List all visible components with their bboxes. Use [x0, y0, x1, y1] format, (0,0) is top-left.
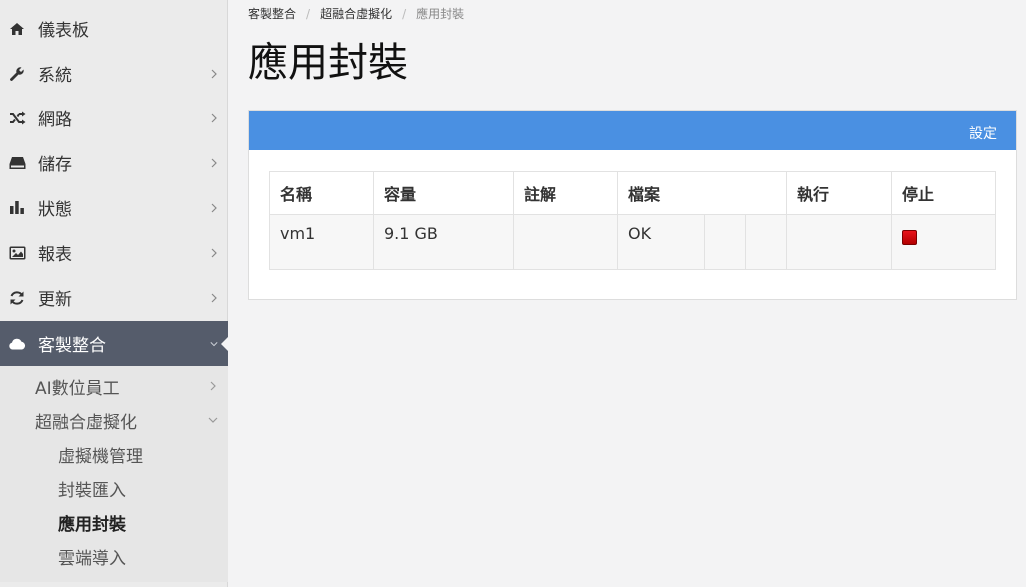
column-header-file: 檔案 [617, 171, 787, 215]
sidebar-link-vm-management[interactable]: 虛擬機管理 [58, 439, 143, 469]
chevron-right-icon [210, 247, 218, 259]
sidebar-item-label: 網路 [38, 110, 72, 130]
image-icon [8, 244, 26, 262]
shuffle-icon [8, 109, 26, 127]
chevron-down-icon [208, 414, 218, 426]
sidebar-subitem-hyperconverged[interactable]: 超融合虛擬化 [35, 405, 220, 435]
table-header-row: 名稱 容量 註解 檔案 執行 停止 [269, 171, 996, 215]
sidebar-subitem-label: 超融合虛擬化 [35, 412, 137, 433]
sidebar-item-dashboard[interactable]: 儀表板 [0, 6, 228, 51]
column-header-size: 容量 [373, 171, 514, 215]
breadcrumb-link[interactable]: 客製整合 [248, 5, 296, 22]
sidebar-item-label: 狀態 [38, 200, 72, 220]
chevron-right-icon [210, 202, 218, 214]
sidebar-link-label: 封裝匯入 [58, 480, 126, 501]
breadcrumb-separator: / [306, 6, 311, 21]
breadcrumb-current: 應用封裝 [416, 7, 465, 21]
sidebar-link-label: 虛擬機管理 [58, 446, 143, 467]
sidebar-link-cloud-import[interactable]: 雲端導入 [58, 541, 126, 571]
breadcrumb-link[interactable]: 超融合虛擬化 [320, 5, 392, 22]
sidebar-item-label: 客製整合 [38, 336, 106, 356]
home-icon [8, 20, 26, 38]
breadcrumb-separator: / [402, 6, 407, 21]
hard-drive-icon [8, 154, 26, 172]
sidebar-link-label: 雲端導入 [58, 548, 126, 569]
sidebar-item-label: 系統 [38, 66, 72, 86]
sidebar-item-update[interactable]: 更新 [0, 275, 228, 320]
wrench-icon [8, 65, 26, 83]
sidebar-item-storage[interactable]: 儲存 [0, 140, 228, 185]
stop-icon[interactable] [902, 230, 917, 245]
cloud-icon [8, 335, 26, 353]
panel-header: 設定 [249, 111, 1016, 150]
column-header-run: 執行 [786, 171, 892, 215]
column-header-name: 名稱 [269, 171, 374, 215]
vm-table: 名稱 容量 註解 檔案 執行 停止 vm1 9.1 GB OK [269, 171, 996, 270]
chevron-right-icon [210, 157, 218, 169]
column-header-note: 註解 [513, 171, 618, 215]
sidebar-item-label: 儀表板 [38, 21, 89, 41]
bar-chart-icon [8, 199, 26, 217]
cell-stop [891, 214, 996, 270]
chevron-right-icon [210, 112, 218, 124]
cell-run [786, 214, 892, 270]
cell-name: vm1 [269, 214, 374, 270]
sidebar-item-network[interactable]: 網路 [0, 95, 228, 140]
sidebar-item-label: 更新 [38, 290, 72, 310]
sidebar-subitem-ai-digital-employee[interactable]: AI數位員工 [35, 371, 220, 401]
sidebar-item-status[interactable]: 狀態 [0, 185, 228, 230]
chevron-right-icon [208, 380, 218, 392]
sidebar-item-custom-integration[interactable]: 客製整合 [0, 321, 229, 366]
sidebar-link-package-import[interactable]: 封裝匯入 [58, 473, 126, 503]
column-header-stop: 停止 [891, 171, 996, 215]
table-row: vm1 9.1 GB OK [269, 214, 996, 270]
page-title: 應用封裝 [248, 40, 408, 86]
chevron-right-icon [210, 68, 218, 80]
cell-size: 9.1 GB [373, 214, 514, 270]
breadcrumb: 客製整合 / 超融合虛擬化 / 應用封裝 [248, 5, 464, 22]
settings-link[interactable]: 設定 [969, 123, 997, 143]
cell-file-extra [745, 214, 787, 270]
chevron-right-icon [210, 292, 218, 304]
sidebar-item-reports[interactable]: 報表 [0, 230, 228, 275]
sidebar-link-label: 應用封裝 [58, 514, 126, 535]
cell-note [513, 214, 618, 270]
sidebar-subitem-label: AI數位員工 [35, 378, 120, 399]
cell-file-status: OK [617, 214, 705, 270]
refresh-icon [8, 289, 26, 307]
sidebar-item-label: 報表 [38, 245, 72, 265]
content-panel: 設定 名稱 容量 註解 檔案 執行 停止 vm1 9.1 GB OK [248, 110, 1017, 300]
sidebar-item-label: 儲存 [38, 155, 72, 175]
sidebar-link-app-package[interactable]: 應用封裝 [58, 507, 126, 537]
cell-file-extra [704, 214, 746, 270]
sidebar: 儀表板 系統 網路 儲存 狀態 報表 更新 客製整合 AI數位員工 超融合虛擬化… [0, 0, 229, 587]
chevron-down-icon [210, 338, 218, 350]
sidebar-item-system[interactable]: 系統 [0, 51, 228, 96]
submenu: AI數位員工 超融合虛擬化 虛擬機管理 封裝匯入 應用封裝 雲端導入 [0, 366, 228, 582]
